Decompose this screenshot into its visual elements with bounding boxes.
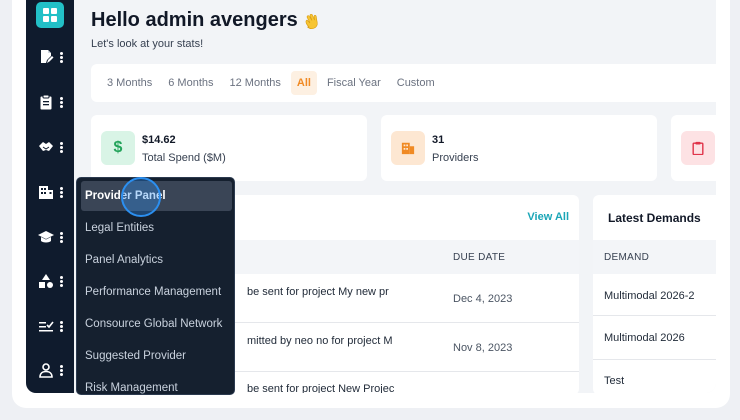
filter-6-months[interactable]: 6 Months bbox=[162, 71, 219, 95]
app-logo[interactable] bbox=[36, 2, 64, 28]
panel-title: Latest Demands bbox=[608, 211, 701, 225]
page-title: Hello admin avengers bbox=[91, 9, 323, 32]
stat-card-total-spend[interactable]: $ $14.62 Total Spend ($M) bbox=[91, 115, 367, 181]
stat-value: $14.62 bbox=[142, 134, 176, 146]
demand-header: DEMAND bbox=[604, 251, 650, 263]
time-filter-bar: 3 Months 6 Months 12 Months All Fiscal Y… bbox=[91, 64, 716, 102]
sidebar-item-tasks[interactable] bbox=[26, 87, 74, 117]
building-icon bbox=[38, 186, 53, 199]
task-row-due: Dec 4, 2023 bbox=[453, 293, 513, 305]
filter-3-months[interactable]: 3 Months bbox=[101, 71, 158, 95]
row-divider bbox=[593, 315, 716, 316]
clipboard-icon bbox=[681, 131, 715, 165]
filter-custom[interactable]: Custom bbox=[391, 71, 441, 95]
menu-item-panel-analytics[interactable]: Panel Analytics bbox=[81, 245, 232, 275]
waving-hand-icon bbox=[305, 13, 318, 29]
menu-item-suggested-provider[interactable]: Suggested Provider bbox=[81, 341, 232, 371]
latest-demands-panel: Latest Demands DEMAND Multimodal 2026-2 … bbox=[593, 195, 716, 393]
kebab-icon[interactable] bbox=[59, 141, 63, 153]
kebab-icon[interactable] bbox=[59, 96, 63, 108]
due-date-header: DUE DATE bbox=[453, 251, 506, 263]
graduation-cap-icon bbox=[37, 231, 54, 243]
kebab-icon[interactable] bbox=[59, 275, 63, 287]
sidebar bbox=[26, 0, 74, 393]
sidebar-item-categories[interactable] bbox=[26, 266, 74, 296]
task-row-due: Nov 8, 2023 bbox=[453, 342, 513, 354]
click-indicator bbox=[121, 177, 161, 217]
kebab-icon[interactable] bbox=[59, 320, 63, 332]
clipboard-icon bbox=[40, 94, 51, 110]
menu-item-legal-entities[interactable]: Legal Entities bbox=[81, 213, 232, 243]
sidebar-item-profile[interactable] bbox=[26, 355, 74, 385]
table-header: DEMAND bbox=[593, 240, 716, 274]
stat-label: Total Spend ($M) bbox=[142, 152, 226, 164]
building-icon bbox=[391, 131, 425, 165]
demand-row[interactable]: Multimodal 2026 bbox=[604, 332, 685, 344]
stat-value: 31 bbox=[432, 134, 445, 146]
menu-item-consource-global-network[interactable]: Consource Global Network bbox=[81, 309, 232, 339]
stat-card-partial[interactable] bbox=[671, 115, 716, 181]
page-subtitle: Let's look at your stats! bbox=[91, 38, 204, 50]
filter-12-months[interactable]: 12 Months bbox=[224, 71, 287, 95]
greeting-text: Hello admin avengers bbox=[91, 9, 298, 31]
handshake-icon bbox=[38, 142, 53, 151]
kebab-icon[interactable] bbox=[59, 231, 63, 243]
task-row-text[interactable]: be sent for project My new pr bbox=[247, 286, 389, 298]
menu-item-performance-management[interactable]: Performance Management bbox=[81, 277, 232, 307]
stat-label: Providers bbox=[432, 152, 479, 164]
menu-item-risk-management[interactable]: Risk Management bbox=[81, 373, 232, 394]
task-row-text[interactable]: mitted by neo no for project M bbox=[247, 335, 393, 347]
task-row-text[interactable]: be sent for project New Projec bbox=[247, 383, 394, 393]
shapes-icon bbox=[38, 274, 53, 288]
kebab-icon[interactable] bbox=[59, 364, 63, 376]
demand-row[interactable]: Multimodal 2026-2 bbox=[604, 290, 695, 302]
view-all-link[interactable]: View All bbox=[527, 211, 569, 223]
kebab-icon[interactable] bbox=[59, 186, 63, 198]
demand-row[interactable]: Test bbox=[604, 375, 624, 387]
kebab-icon[interactable] bbox=[59, 51, 63, 63]
sidebar-item-documents[interactable] bbox=[26, 42, 74, 72]
sidebar-item-partners[interactable] bbox=[26, 132, 74, 162]
row-divider bbox=[593, 359, 716, 360]
sidebar-item-checklist[interactable] bbox=[26, 311, 74, 341]
user-icon bbox=[38, 363, 53, 378]
filter-all[interactable]: All bbox=[290, 71, 317, 95]
dollar-icon: $ bbox=[101, 131, 135, 165]
stat-card-providers[interactable]: 31 Providers bbox=[381, 115, 657, 181]
sidebar-item-providers[interactable] bbox=[26, 177, 74, 207]
checklist-icon bbox=[38, 321, 54, 332]
document-edit-icon bbox=[40, 50, 53, 63]
filter-fiscal-year[interactable]: Fiscal Year bbox=[321, 71, 387, 95]
sidebar-item-learning[interactable] bbox=[26, 222, 74, 252]
